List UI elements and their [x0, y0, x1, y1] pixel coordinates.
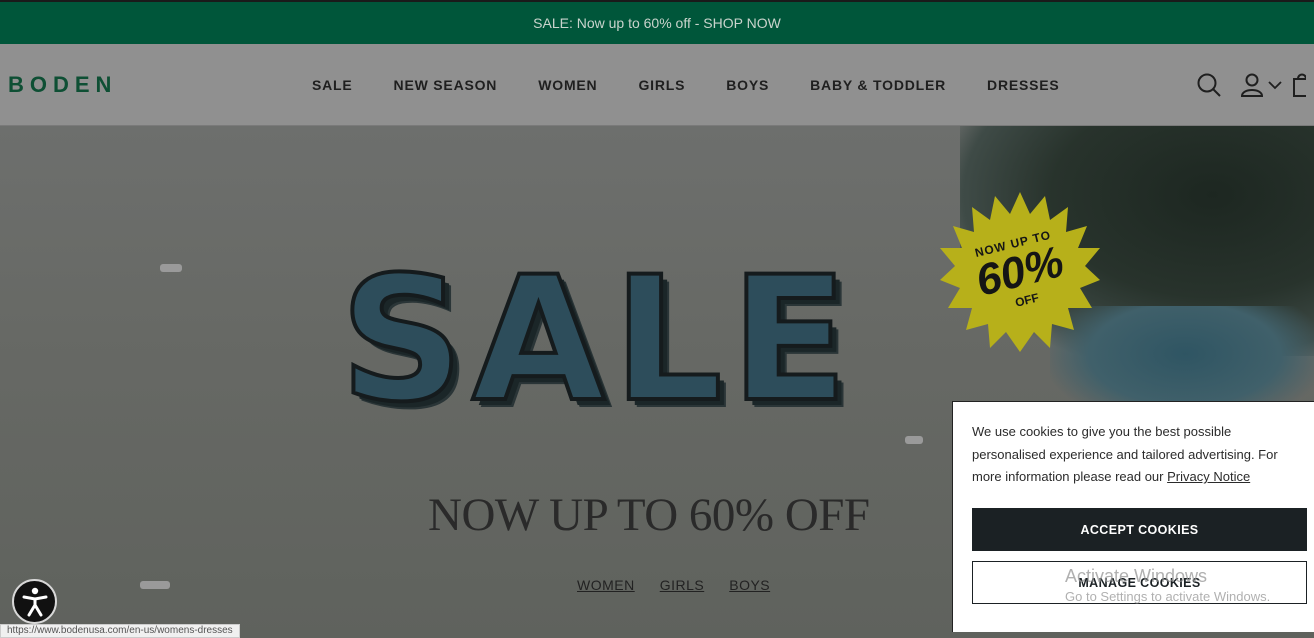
boat	[905, 436, 923, 444]
hero-link-girls[interactable]: GIRLS	[660, 577, 705, 593]
hero-link-boys[interactable]: BOYS	[729, 577, 770, 593]
nav-item-boys[interactable]: BOYS	[726, 77, 769, 93]
privacy-notice-link[interactable]: Privacy Notice	[1167, 469, 1250, 484]
boden-logo[interactable]: BODEN	[8, 72, 117, 98]
sale-headline: SALE	[338, 239, 857, 440]
hero-link-women[interactable]: WOMEN	[577, 577, 635, 593]
status-bar-url: https://www.bodenusa.com/en-us/womens-dr…	[0, 624, 240, 638]
nav-item-dresses[interactable]: DRESSES	[987, 77, 1060, 93]
bag-icon[interactable]	[1292, 72, 1306, 98]
accept-cookies-button[interactable]: ACCEPT COOKIES	[972, 508, 1307, 551]
accessibility-button[interactable]	[12, 579, 57, 624]
discount-badge: NOW UP TO 60% OFF	[940, 192, 1100, 352]
search-icon[interactable]	[1196, 72, 1222, 98]
nav-item-girls[interactable]: GIRLS	[638, 77, 685, 93]
cookie-message: We use cookies to give you the best poss…	[972, 421, 1307, 489]
chevron-down-icon[interactable]	[1268, 80, 1282, 90]
manage-cookies-button[interactable]: MANAGE COOKIES	[972, 561, 1307, 604]
nav-item-new-season[interactable]: NEW SEASON	[394, 77, 498, 93]
accessibility-icon	[22, 587, 47, 616]
header-icons	[1196, 72, 1306, 98]
main-nav: SALE NEW SEASON WOMEN GIRLS BOYS BABY & …	[312, 77, 1060, 93]
promo-banner[interactable]: SALE: Now up to 60% off - SHOP NOW	[0, 0, 1314, 44]
cookie-banner: We use cookies to give you the best poss…	[952, 401, 1314, 632]
nav-item-baby-toddler[interactable]: BABY & TODDLER	[810, 77, 946, 93]
hero-links: WOMEN GIRLS BOYS	[577, 577, 795, 593]
boat	[160, 264, 182, 272]
account-icon[interactable]	[1240, 72, 1264, 98]
nav-item-sale[interactable]: SALE	[312, 77, 353, 93]
boat	[140, 581, 170, 589]
hero-subtitle: NOW UP TO 60% OFF	[428, 489, 870, 541]
site-header: BODEN SALE NEW SEASON WOMEN GIRLS BOYS B…	[0, 44, 1314, 126]
nav-item-women[interactable]: WOMEN	[538, 77, 597, 93]
promo-text[interactable]: SALE: Now up to 60% off - SHOP NOW	[533, 15, 781, 31]
